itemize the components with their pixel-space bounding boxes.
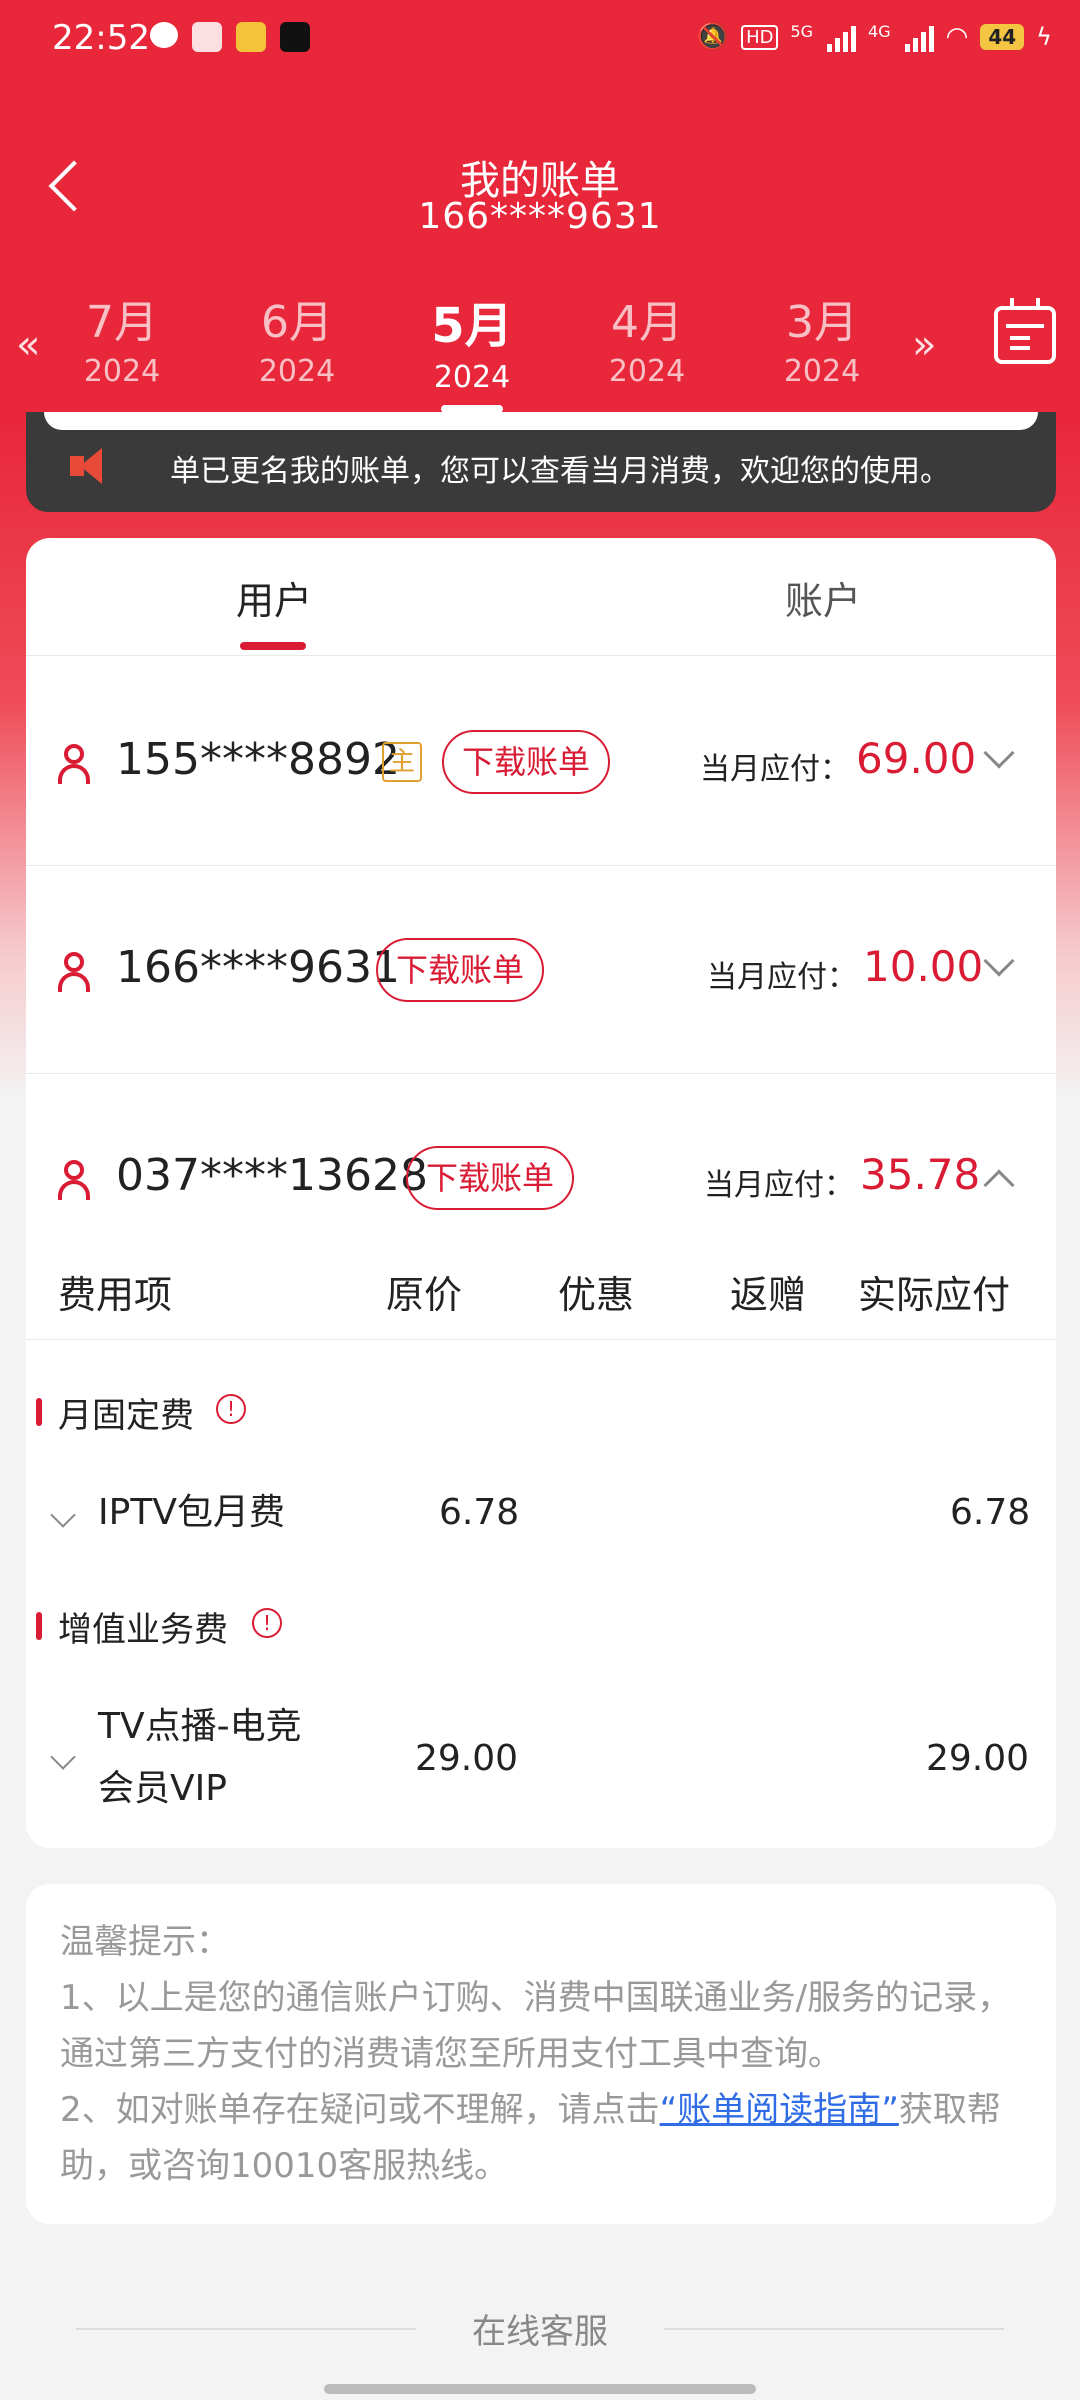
hd-icon: HD [741, 24, 779, 50]
header-rebate: 返赠 [730, 1273, 807, 1317]
signal-4g-icon [904, 22, 934, 52]
signal-5g-icon [827, 22, 857, 52]
month-label: 3月 [786, 297, 858, 348]
battery-icon: 44 [980, 24, 1025, 50]
mute-icon: 🔕 [696, 22, 730, 52]
fee-table-header: 费用项 原价 优惠 返赠 实际应付 [26, 1248, 1056, 1340]
calendar-icon[interactable] [994, 298, 1056, 364]
month-selector: « 7月 2024 6月 2024 5月 2024 4月 2024 3月 202… [0, 280, 1080, 413]
due-amount: 35.78 [860, 1150, 981, 1199]
tips-line-1: 1、以上是您的通信账户订购、消费中国联通业务/服务的记录，通过第三方支付的消费请… [60, 1978, 1012, 2074]
header-actual-payable: 实际应付 [858, 1273, 1011, 1317]
due-label: 当月应付： [704, 1168, 854, 1203]
tips-line-2-prefix: 2、如对账单存在疑问或不理解，请点击 [60, 2090, 660, 2130]
due-label: 当月应付： [700, 752, 850, 787]
fee-actual-payable: 29.00 [926, 1738, 1030, 1779]
account-row-1[interactable]: 155****8892 主 下载账单 当月应付： 69.00 [26, 658, 1056, 866]
year-label: 2024 [783, 354, 861, 389]
double-chevron-right-icon[interactable]: » [912, 322, 936, 368]
bill-guide-link[interactable]: “账单阅读指南” [660, 2090, 899, 2130]
download-bill-button[interactable]: 下载账单 [442, 730, 611, 794]
account-row-3[interactable]: 037****13628 下载账单 当月应付： 35.78 [26, 1074, 1056, 1234]
header-discount: 优惠 [558, 1273, 635, 1317]
month-label: 7月 [86, 297, 158, 348]
status-bar: 22:52 🔕 HD 5G 4G ◠ 44 ϟ [0, 0, 1080, 80]
footer-divider-right [664, 2328, 1004, 2330]
weibo-icon [236, 22, 266, 52]
year-label: 2024 [608, 354, 686, 389]
view-tabs: 用户 账户 [26, 538, 1056, 656]
tips-title: 温馨提示： [60, 1922, 230, 1962]
speaker-icon [70, 448, 110, 484]
section-marker [36, 1612, 42, 1640]
tiktok-icon [280, 22, 310, 52]
row-chevron-down-icon[interactable] [50, 1502, 76, 1528]
year-label: 2024 [83, 354, 161, 389]
download-bill-button[interactable]: 下载账单 [376, 938, 545, 1002]
user-icon [56, 744, 92, 784]
online-service-footer[interactable]: 在线客服 [0, 2290, 1080, 2370]
home-indicator[interactable] [324, 2384, 756, 2394]
info-icon[interactable]: ! [216, 1394, 246, 1424]
section-monthly-fixed-fee: 月固定费 ! [26, 1388, 326, 1438]
user-icon [56, 1160, 92, 1200]
due-label: 当月应付： [707, 960, 857, 995]
fee-original-price: 6.78 [439, 1492, 520, 1533]
status-time: 22:52 [52, 18, 150, 58]
month-tab-2[interactable]: 5月 2024 [402, 286, 542, 413]
due-amount: 69.00 [856, 734, 977, 783]
account-number: 166****9631 [116, 942, 400, 993]
tab-account[interactable]: 账户 [723, 570, 923, 625]
tab-user[interactable]: 用户 [174, 570, 374, 625]
month-label: 6月 [261, 297, 333, 348]
signal-4g-label: 4G [868, 22, 891, 41]
month-label: 4月 [611, 297, 683, 348]
year-label: 2024 [433, 360, 511, 395]
month-tab-0[interactable]: 7月 2024 [52, 286, 192, 389]
fee-original-price: 29.00 [415, 1738, 519, 1779]
account-number: 037****13628 [116, 1150, 428, 1201]
chevron-up-icon[interactable] [983, 1169, 1015, 1201]
fee-item-name-line2: 会员VIP [98, 1768, 227, 1809]
system-icons: 🔕 HD 5G 4G ◠ 44 ϟ [697, 22, 1052, 52]
month-tab-3[interactable]: 4月 2024 [577, 286, 717, 389]
wifi-icon: ◠ [945, 22, 969, 52]
chevron-down-icon[interactable] [983, 737, 1015, 769]
due-amount: 10.00 [863, 942, 984, 991]
fee-actual-payable: 6.78 [950, 1492, 1031, 1533]
section-title: 月固定费 [58, 1396, 194, 1436]
tips-line-2: 2、如对账单存在疑问或不理解，请点击“账单阅读指南”获取帮助，或咨询10010客… [60, 2082, 1022, 2194]
year-label: 2024 [258, 354, 336, 389]
month-label: 5月 [431, 298, 513, 354]
section-value-added-fee: 增值业务费 ! [26, 1602, 366, 1652]
primary-badge: 主 [382, 742, 422, 782]
info-icon[interactable]: ! [252, 1608, 282, 1638]
header-original-price: 原价 [386, 1273, 463, 1317]
chevron-down-icon[interactable] [983, 945, 1015, 977]
header-fee-item: 费用项 [58, 1273, 173, 1317]
double-chevron-left-icon[interactable]: « [16, 322, 40, 368]
fee-item-name-line1: TV点播-电竞 [98, 1706, 302, 1747]
account-number: 155****8892 [116, 734, 400, 785]
user-icon [56, 952, 92, 992]
charging-icon: ϟ [1036, 23, 1052, 51]
phone-number-subtitle: 166****9631 [418, 196, 662, 237]
tab-active-indicator [240, 642, 306, 650]
download-bill-button[interactable]: 下载账单 [406, 1146, 575, 1210]
tips-panel: 温馨提示： 1、以上是您的通信账户订购、消费中国联通业务/服务的记录，通过第三方… [26, 1884, 1056, 2224]
account-row-2[interactable]: 166****9631 下载账单 当月应付： 10.00 [26, 866, 1056, 1074]
row-chevron-down-icon[interactable] [50, 1744, 76, 1770]
month-tab-4[interactable]: 3月 2024 [752, 286, 892, 389]
notice-text: 单已更名我的账单，您可以查看当月消费，欢迎您的使用。 [170, 454, 950, 489]
month-tab-1[interactable]: 6月 2024 [227, 286, 367, 389]
section-title: 增值业务费 [58, 1610, 228, 1650]
bill-card: 用户 账户 155****8892 主 下载账单 当月应付： 69.00 166… [26, 538, 1056, 1848]
signal-5g-label: 5G [790, 22, 814, 41]
fee-item-name: IPTV包月费 [98, 1492, 285, 1533]
notification-icons [150, 22, 310, 52]
section-marker [36, 1398, 42, 1426]
message-icon [150, 22, 178, 48]
app-notification-icon [192, 22, 222, 52]
notice-banner: 单已更名我的账单，您可以查看当月消费，欢迎您的使用。 [26, 412, 1056, 512]
